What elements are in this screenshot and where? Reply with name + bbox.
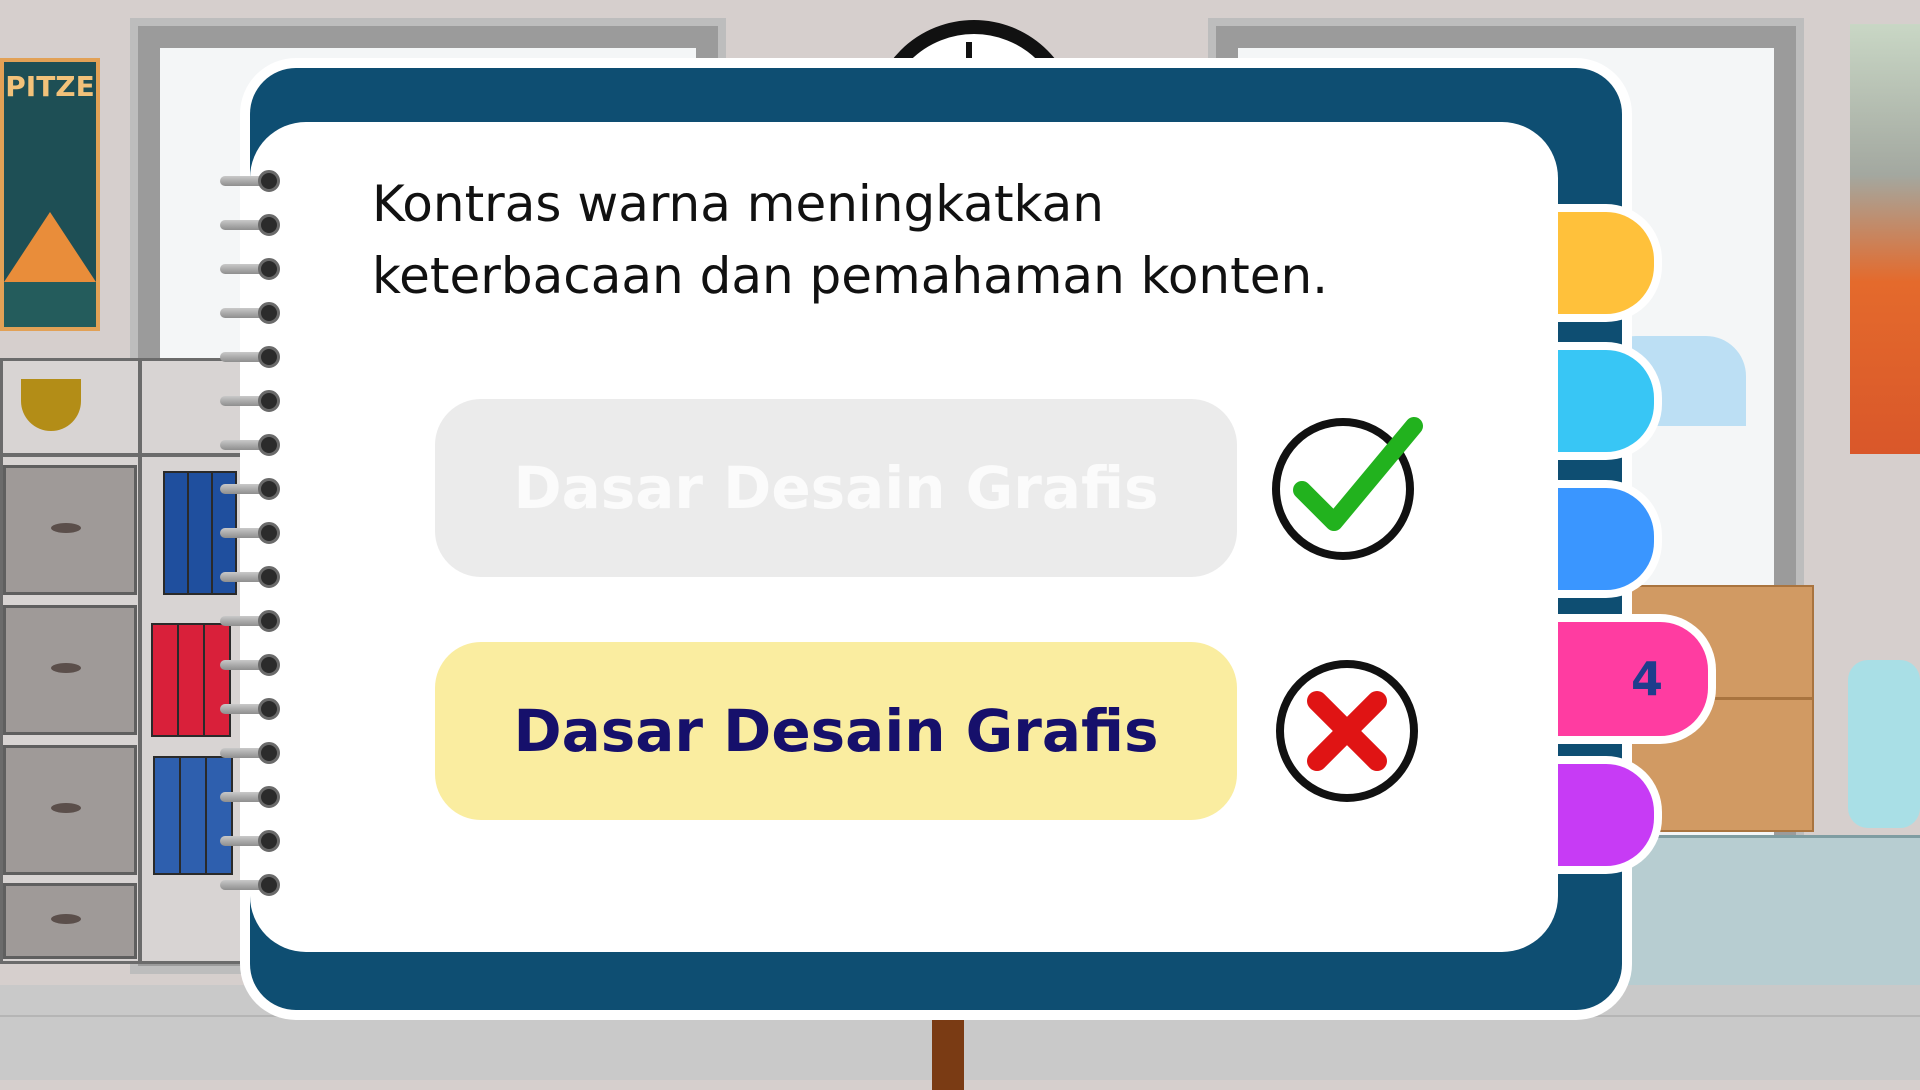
poster-left: PITZE [0, 58, 100, 331]
tab-purple[interactable] [1556, 756, 1662, 874]
tab-yellow[interactable] [1556, 204, 1662, 322]
spiral-ring [220, 214, 284, 236]
tab-cyan[interactable] [1556, 342, 1662, 460]
spiral-ring [220, 390, 284, 412]
spiral-ring [220, 874, 284, 896]
counter [1620, 835, 1920, 991]
spiral-ring [220, 478, 284, 500]
spiral-ring [220, 346, 284, 368]
tab-label: 4 [1630, 652, 1663, 706]
answer-option-1[interactable]: Dasar Desain Grafis [435, 399, 1237, 577]
spiral-ring [220, 302, 284, 324]
spiral-ring [220, 786, 284, 808]
check-icon[interactable] [1272, 417, 1423, 560]
question-text: Kontras warna meningkatkan keterbacaan d… [372, 168, 1372, 312]
water-dispenser [1848, 660, 1920, 828]
tab-pink-active[interactable]: 4 [1556, 614, 1716, 744]
spiral-ring [220, 258, 284, 280]
bookshelf [0, 358, 256, 964]
poster-right [1850, 24, 1920, 454]
spiral-ring [220, 434, 284, 456]
question-line-1: Kontras warna meningkatkan [372, 175, 1104, 233]
spiral-ring [220, 522, 284, 544]
poster-text: PITZE [5, 70, 95, 103]
tab-label [1556, 350, 1654, 452]
tab-label [1556, 212, 1654, 314]
spiral-ring [220, 742, 284, 764]
spiral-ring [220, 698, 284, 720]
tab-label [1556, 488, 1654, 590]
spiral-ring [220, 610, 284, 632]
spiral-ring [220, 566, 284, 588]
spiral-ring [220, 830, 284, 852]
tab-label [1556, 764, 1654, 866]
cross-icon[interactable] [1276, 660, 1418, 802]
spiral-ring [220, 654, 284, 676]
question-line-2: keterbacaan dan pemahaman konten. [372, 247, 1329, 305]
tab-blue[interactable] [1556, 480, 1662, 598]
spiral-ring [220, 170, 284, 192]
answer-option-2[interactable]: Dasar Desain Grafis [435, 642, 1237, 820]
